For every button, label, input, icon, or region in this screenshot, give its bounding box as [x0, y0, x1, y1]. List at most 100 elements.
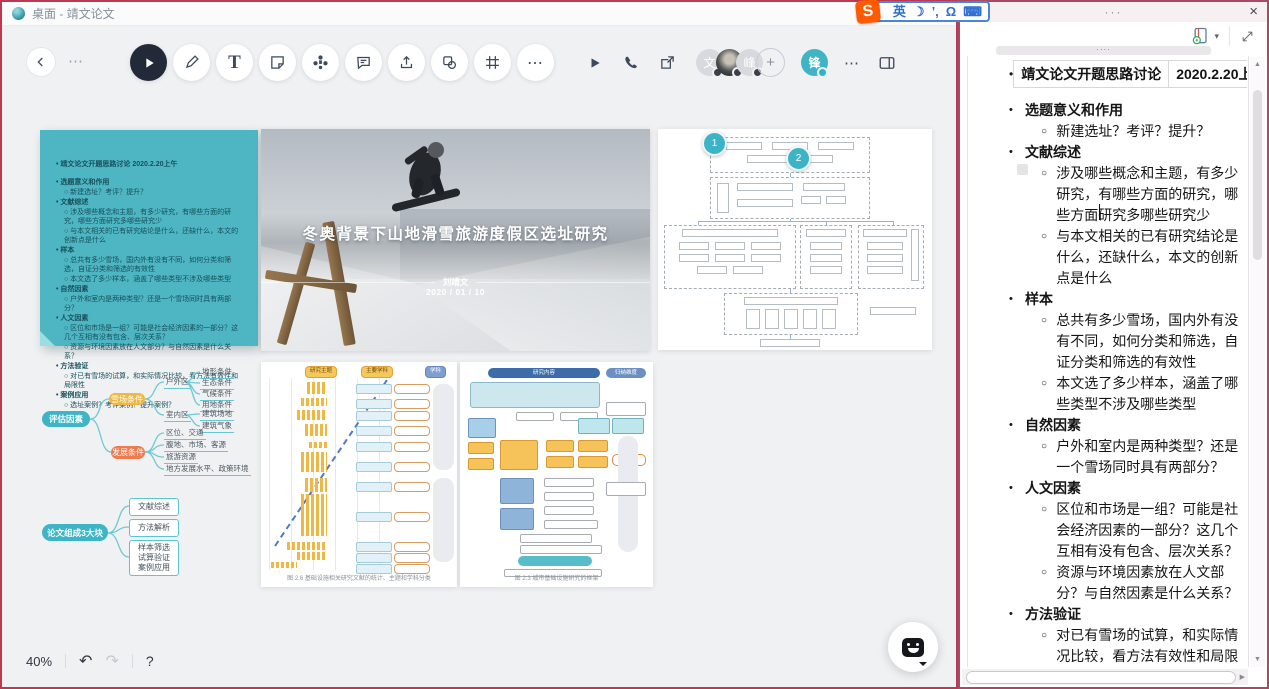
ime-symbol-picker[interactable]: Ω — [946, 5, 956, 18]
comment-tool-button[interactable] — [345, 44, 382, 81]
outline-date-box[interactable]: 2020.2.20上午 — [1169, 60, 1247, 88]
outline-section-title[interactable]: •文献综述 — [969, 142, 1247, 163]
circle-bullet-icon: ○ — [1041, 226, 1056, 289]
outline-item[interactable]: ○资源与环境因素放在人文部分？与自然因素是什么关系？ — [969, 562, 1247, 604]
ime-lang-toggle[interactable]: 英 — [893, 5, 906, 18]
diagram-box — [518, 556, 592, 566]
mindmap-root[interactable]: 评估因素 — [42, 411, 90, 427]
outline-item[interactable]: ○总共有多少雪场，国内外有没有不同，如何分类和筛选，自证分类和筛选的有效性 — [969, 310, 1247, 373]
chart-figure[interactable]: 研究主题 主要学科 学科 图 2.6 基础设施相关研究文献的统计、主题和学科分类 — [261, 362, 457, 587]
scroll-up-arrow[interactable]: ▲ — [1254, 61, 1261, 68]
sogou-logo-icon[interactable]: S — [855, 0, 881, 24]
back-button[interactable] — [26, 47, 56, 77]
connector-tool-button[interactable] — [302, 44, 339, 81]
outline-item[interactable]: ○户外和室内是两种类型？还是一个雪场同时具有两部分？ — [969, 436, 1247, 478]
snowboarder-silhouette — [373, 134, 483, 229]
vertical-scrollbar[interactable]: ▲ ▼ — [1250, 57, 1265, 667]
outline-section-title[interactable]: •自然因素 — [969, 415, 1247, 436]
mindmap-box[interactable]: 方法解析 — [129, 519, 179, 537]
help-button[interactable]: ? — [146, 653, 154, 669]
scrollbar-thumb[interactable] — [966, 671, 1236, 684]
bar-cluster — [287, 542, 327, 550]
flowchart-figure[interactable]: 1 2 — [658, 129, 932, 350]
ime-keyboard-icon[interactable]: ⌨ — [963, 5, 982, 18]
more-tools-button[interactable]: ⋯ — [517, 44, 554, 81]
outline-item[interactable]: ○涉及哪些概念和主题，有多少研究，有哪些方面的研究，哪些方面研究多哪些研究少 — [969, 163, 1247, 226]
diagram-box — [578, 418, 610, 434]
outline-section-title[interactable]: •人文因素 — [969, 478, 1247, 499]
ime-punct-toggle[interactable]: ’, — [932, 5, 939, 18]
mindmap-node[interactable]: 户外区 — [164, 376, 191, 389]
scrollbar-thumb[interactable] — [1253, 90, 1262, 260]
scroll-down-arrow[interactable]: ▼ — [1254, 656, 1261, 663]
undo-button[interactable]: ↶ — [79, 651, 92, 671]
outline-title-row[interactable]: • 靖文论文开题思路讨论 2020.2.20上午 — [969, 60, 1247, 88]
notebook-menu-button[interactable]: ▾ — [1191, 26, 1219, 46]
circle-bullet-icon: ○ — [1041, 562, 1056, 604]
text-tool-button[interactable]: T — [216, 44, 253, 81]
sticky-line: ○ 新建选址？考评？提升？ — [56, 188, 245, 197]
pen-tool-button[interactable] — [173, 44, 210, 81]
outline-title-box[interactable]: 靖文论文开题思路讨论 — [1013, 60, 1169, 88]
outline-item[interactable]: ○区位和市场是一组？可能是社会经济因素的一部分？这几个互相有没有包含、层次关系？ — [969, 499, 1247, 562]
circle-bullet-icon: ○ — [1041, 163, 1056, 226]
mindmap-root[interactable]: 论文组成3大块 — [42, 524, 108, 541]
topic-pill — [356, 542, 392, 552]
call-button[interactable] — [622, 54, 639, 71]
sticky-note-icon — [269, 54, 286, 71]
comment-badge-1[interactable]: 1 — [702, 131, 727, 156]
ime-halfwidth-icon[interactable]: ☽ — [913, 5, 925, 18]
panel-expand-button[interactable] — [1240, 29, 1255, 44]
zoom-level[interactable]: 40% — [26, 654, 52, 669]
comment-badge-2[interactable]: 2 — [786, 146, 811, 171]
outline-section-title[interactable]: •选题意义和作用 — [969, 100, 1247, 121]
self-avatar[interactable]: 锋 — [801, 49, 828, 76]
panel-menu-button[interactable]: ··· — [960, 5, 1267, 19]
framework-diagram-figure[interactable]: 研究内容 归纳维度 — [460, 362, 653, 587]
toolbar-more-right[interactable]: ⋯ — [844, 54, 860, 72]
mindmap-box[interactable]: 文献综述 — [129, 498, 179, 516]
mini-box — [826, 196, 846, 204]
mindmap-branch[interactable]: 雪场条件 — [109, 393, 145, 405]
panel-drag-handle[interactable]: ···· — [996, 46, 1211, 55]
share-button[interactable] — [659, 54, 676, 71]
sticky-line: ○ 总共有多少雪场，国内外有没有不同，如何分类和筛选，自证分类和筛选的有效性 — [56, 256, 245, 274]
outline-item[interactable]: ○与本文相关的已有研究结论是什么，还缺什么，本文的创新点是什么 — [969, 226, 1247, 289]
sticky-note-tool-button[interactable] — [259, 44, 296, 81]
mindmap-leaf[interactable]: 地方发展水平、政策环境 — [164, 463, 251, 476]
circle-bullet-icon: ○ — [1041, 436, 1056, 478]
title-slide-image[interactable]: 冬奥背景下山地滑雪旅游度假区选址研究 刘靖文 2020 / 01 / 10 — [261, 129, 650, 351]
mindmap-branch[interactable]: 发展条件 — [111, 446, 145, 459]
horizontal-scrollbar[interactable]: ▶ — [962, 669, 1248, 685]
outline-item[interactable]: ○本文选了多少样本，涵盖了哪些类型不涉及哪些类型 — [969, 373, 1247, 415]
outline-editor[interactable]: • 靖文论文开题思路讨论 2020.2.20上午 •选题意义和作用 ○新建选址？… — [969, 58, 1247, 683]
shapes-tool-button[interactable] — [431, 44, 468, 81]
mindmap-node[interactable]: 室内区 — [164, 409, 191, 422]
mini-box — [867, 266, 903, 274]
outline-item[interactable]: ○新建选址？考评？提升？ — [969, 121, 1247, 142]
ime-toolbar[interactable]: S 英 ☽ ’, Ω ⌨ — [860, 1, 990, 22]
outline-section-title[interactable]: •样本 — [969, 289, 1247, 310]
outline-section-title[interactable]: •方法验证 — [969, 604, 1247, 625]
redo-button[interactable]: ↷ — [105, 651, 118, 671]
add-collaborator-button[interactable]: + — [756, 48, 785, 77]
item-drag-handle[interactable] — [1017, 164, 1028, 175]
scroll-right-arrow[interactable]: ▶ — [1240, 673, 1248, 681]
mindmap-box[interactable]: 样本筛选 试算验证 案例应用 — [129, 540, 179, 576]
toolbar-right: 文 峰 + 锋 ⋯ — [588, 48, 896, 77]
select-tool-button[interactable] — [130, 44, 167, 81]
panel-close-button[interactable]: × — [1249, 3, 1258, 20]
present-button[interactable] — [588, 56, 602, 70]
mini-box — [822, 309, 836, 329]
window-titlebar: 桌面 - 靖文论文 — [2, 2, 956, 26]
sticky-note[interactable]: • 靖文论文开题思路讨论 2020.2.20上午 • 选题意义和作用 ○ 新建选… — [40, 130, 258, 346]
slide-date: 2020 / 01 / 10 — [261, 287, 650, 297]
mini-box — [751, 242, 781, 250]
discipline-pill — [394, 482, 430, 492]
upload-tool-button[interactable] — [388, 44, 425, 81]
feedback-button[interactable] — [888, 622, 938, 672]
frame-tool-button[interactable] — [474, 44, 511, 81]
diagram-box — [544, 520, 598, 529]
toolbar-more-left[interactable]: ⋯ — [68, 52, 84, 70]
panel-toggle-button[interactable] — [878, 54, 896, 72]
